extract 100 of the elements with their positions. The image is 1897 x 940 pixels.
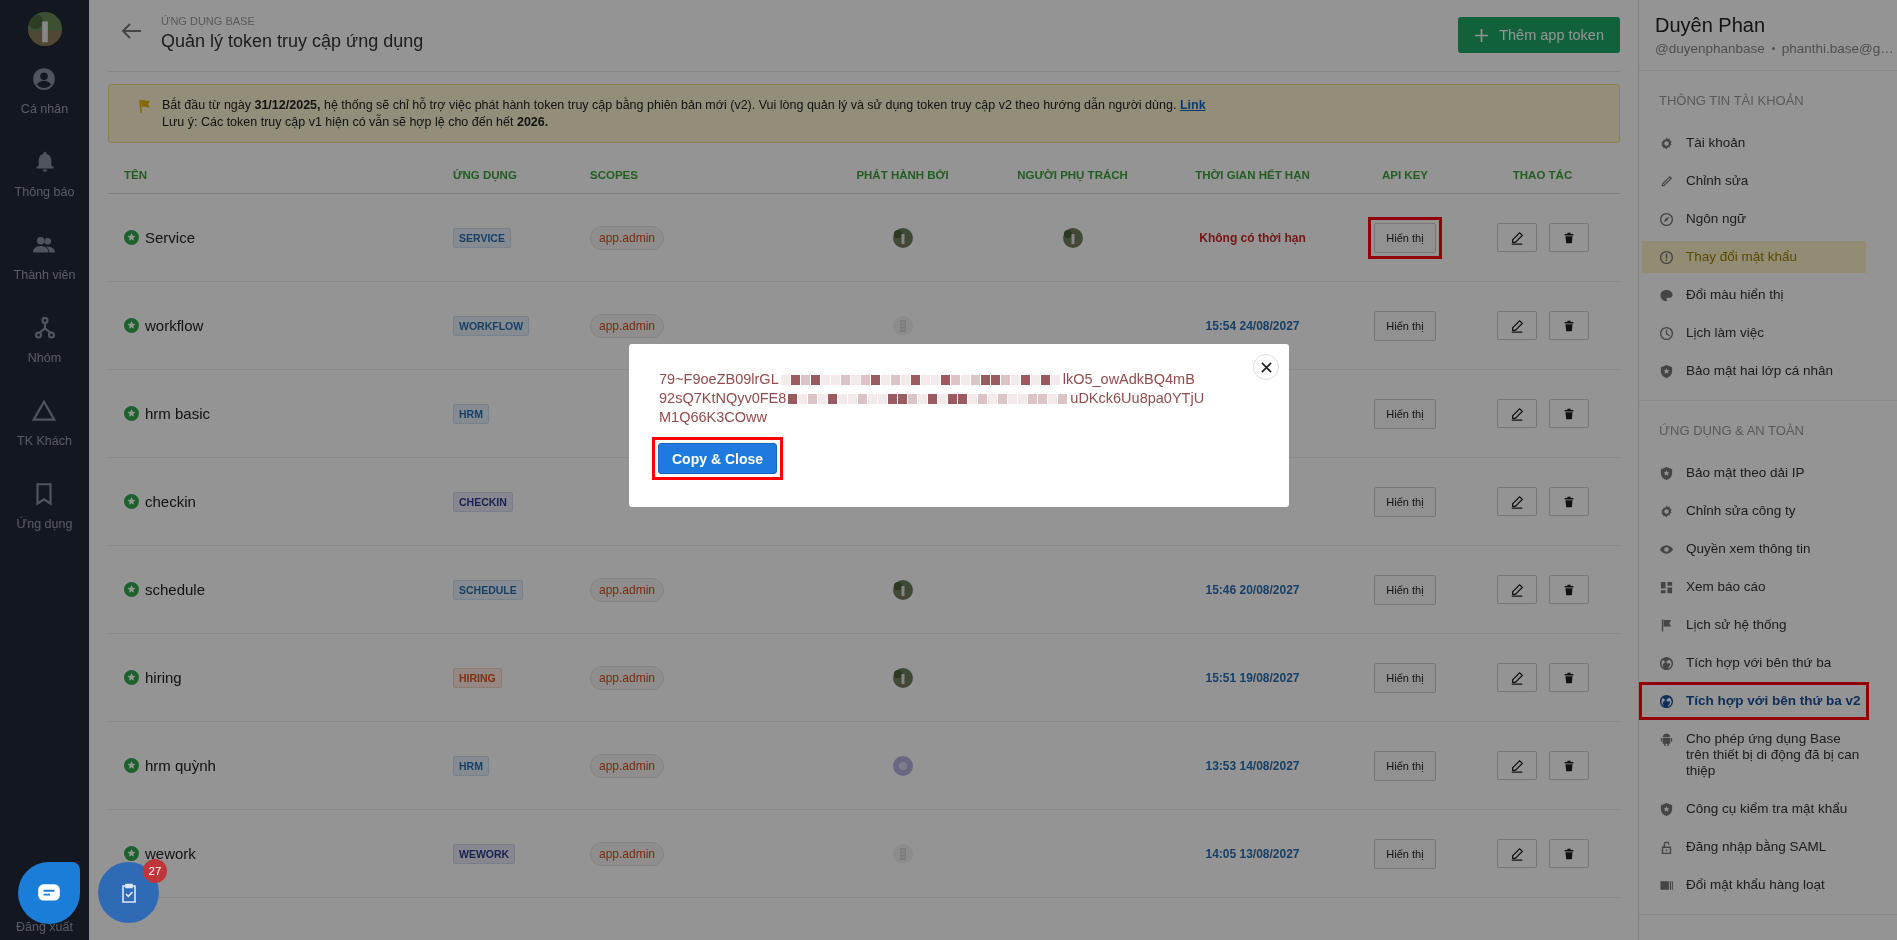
settings-menu-item[interactable]: Chỉnh sửa: [1642, 165, 1866, 197]
scope-tag: app.admin: [590, 577, 665, 602]
token-name[interactable]: checkin: [145, 493, 196, 510]
pencil-icon: [1509, 670, 1524, 685]
globe-icon: [1659, 694, 1674, 709]
settings-menu-item[interactable]: Đăng nhập bằng SAML: [1642, 831, 1866, 863]
star-badge-icon: [124, 406, 139, 421]
edit-button[interactable]: [1496, 223, 1537, 252]
token-text: M1Q66K3COww: [659, 408, 767, 427]
copy-close-button[interactable]: Copy & Close: [658, 443, 777, 474]
pencil-icon: [1659, 174, 1674, 189]
close-button[interactable]: [1253, 354, 1279, 380]
scope-tag: app.admin: [590, 665, 665, 690]
delete-button[interactable]: [1548, 839, 1589, 868]
section-title: THÔNG TIN TÀI KHOẢN: [1658, 92, 1805, 110]
separator-dot: [1771, 47, 1775, 50]
expiry-time: 14:05 13/08/2027: [1205, 846, 1300, 861]
token-name[interactable]: hrm basic: [145, 405, 211, 422]
column-header: PHÁT HÀNH BỞI: [855, 168, 950, 183]
gear-icon: [1659, 504, 1674, 519]
android-icon: [1659, 732, 1674, 747]
delete-button[interactable]: [1548, 223, 1589, 252]
app-tag: WEWORK: [453, 843, 516, 864]
delete-button[interactable]: [1548, 399, 1589, 428]
settings-menu-item[interactable]: Bảo mật hai lớp cá nhân: [1642, 355, 1866, 387]
settings-menu-item[interactable]: Lịch sử hệ thống: [1642, 609, 1866, 641]
count-badge: 27: [143, 859, 167, 883]
token-name[interactable]: schedule: [145, 581, 206, 598]
scope-tag: app.admin: [590, 313, 665, 338]
avatar[interactable]: [27, 12, 62, 46]
show-key-button[interactable]: Hiển thị: [1374, 310, 1436, 341]
settings-menu-item[interactable]: Ngôn ngữ: [1642, 203, 1866, 235]
expiry-time: 15:51 19/08/2027: [1205, 670, 1300, 685]
show-key-button[interactable]: Hiển thị: [1374, 574, 1436, 605]
lock-icon: [1659, 840, 1674, 855]
notice-text: Bắt đầu từ ngày 31/12/2025, hệ thống sẽ chỉ hỗ trợ việc phát hành token truy cập bằng phiên bản mới (v2). Vui lòng quản lý và sử dụng token truy cập v2 theo hướng dẫn người dùng. Link: [162, 97, 1206, 114]
show-key-button[interactable]: Hiển thị: [1374, 662, 1436, 693]
settings-menu-item[interactable]: Tài khoản: [1642, 127, 1866, 159]
pencil-icon: [1509, 406, 1524, 421]
column-header: THAO TÁC: [1511, 168, 1574, 183]
show-key-button[interactable]: Hiển thị: [1374, 486, 1436, 517]
delete-button[interactable]: [1548, 663, 1589, 692]
person-icon: [31, 66, 58, 92]
edit-button[interactable]: [1496, 575, 1537, 604]
token-name[interactable]: hiring: [145, 669, 182, 686]
column-header: API KEY: [1381, 168, 1429, 183]
edit-button[interactable]: [1496, 663, 1537, 692]
token-name[interactable]: hrm quỳnh: [145, 757, 216, 774]
close-icon: [1260, 361, 1272, 373]
token-name[interactable]: workflow: [145, 317, 204, 334]
settings-menu-item[interactable]: Bảo mật theo dải IP: [1642, 457, 1866, 489]
star-badge-icon: [124, 494, 139, 509]
edit-button[interactable]: [1496, 487, 1537, 516]
delete-button[interactable]: [1548, 751, 1589, 780]
show-key-button[interactable]: Hiển thị: [1374, 222, 1436, 253]
edit-button[interactable]: [1496, 751, 1537, 780]
token-text: 79~F9oeZB09lrGL: [659, 370, 779, 389]
scope-tag: app.admin: [590, 225, 665, 250]
delete-button[interactable]: [1548, 575, 1589, 604]
edit-button[interactable]: [1496, 839, 1537, 868]
star-badge-icon: [124, 318, 139, 333]
settings-menu-item[interactable]: Chỉnh sửa công ty: [1642, 495, 1866, 527]
pencil-icon: [1509, 318, 1524, 333]
star-badge-icon: [124, 582, 139, 597]
show-key-button[interactable]: Hiển thị: [1374, 838, 1436, 869]
profile-name: Duyên Phan: [1654, 13, 1767, 37]
triangle-icon: [31, 398, 58, 424]
flag-icon: [136, 98, 152, 114]
settings-menu-item[interactable]: Tích hợp với bên thứ ba v2: [1642, 685, 1866, 717]
token-name[interactable]: Service: [145, 229, 196, 246]
show-key-button[interactable]: Hiển thị: [1374, 398, 1436, 429]
app-tag: HIRING: [453, 667, 502, 688]
edit-button[interactable]: [1496, 311, 1537, 340]
settings-menu-item[interactable]: Đổi mật khẩu hàng loạt: [1642, 869, 1866, 901]
dashboard-icon: [1659, 580, 1674, 595]
expiry-time: 15:46 20/08/2027: [1205, 582, 1300, 597]
show-key-button[interactable]: Hiển thị: [1374, 750, 1436, 781]
globe-icon: [1659, 656, 1674, 671]
edit-button[interactable]: [1496, 399, 1537, 428]
flag-icon: [1659, 618, 1674, 633]
star-badge-icon: [124, 846, 139, 861]
settings-menu-item[interactable]: Xem báo cáo: [1642, 571, 1866, 603]
guide-link[interactable]: Link: [1179, 98, 1206, 112]
delete-button[interactable]: [1548, 487, 1589, 516]
token-name[interactable]: wework: [145, 845, 196, 862]
settings-menu-item[interactable]: Công cụ kiểm tra mật khẩu: [1642, 793, 1866, 825]
tasks-button[interactable]: [98, 862, 159, 923]
settings-menu-item[interactable]: Đổi màu hiển thị: [1642, 279, 1866, 311]
star-badge-icon: [124, 230, 139, 245]
app-tag: WORKFLOW: [453, 315, 530, 336]
palette-icon: [1659, 288, 1674, 303]
settings-menu-item[interactable]: Lịch làm việc: [1642, 317, 1866, 349]
pencil-icon: [1509, 758, 1524, 773]
settings-menu-item[interactable]: Cho phép ứng dụng Base trên thiết bị di động đã bị can thiệp: [1642, 723, 1866, 787]
settings-menu-item[interactable]: Quyền xem thông tin: [1642, 533, 1866, 565]
app-tag: CHECKIN: [453, 491, 513, 512]
alert-icon: [1659, 250, 1674, 265]
delete-button[interactable]: [1548, 311, 1589, 340]
expiry-time: 13:53 14/08/2027: [1205, 758, 1300, 773]
settings-menu-item[interactable]: Tích hợp với bên thứ ba: [1642, 647, 1866, 679]
